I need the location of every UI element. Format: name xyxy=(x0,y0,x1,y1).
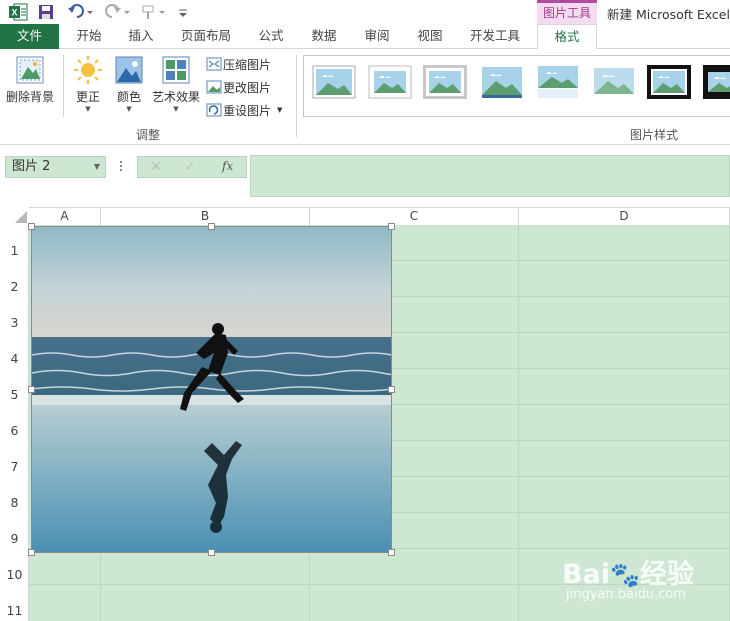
style-thumb-reflected[interactable] xyxy=(536,65,580,99)
tab-format[interactable]: 格式 xyxy=(537,24,597,50)
artistic-effects-label: 艺术效果 xyxy=(151,90,200,104)
row-header-lines xyxy=(28,225,29,621)
resize-handle-sw[interactable] xyxy=(28,549,35,556)
resize-handle-s[interactable] xyxy=(208,549,215,556)
change-picture-label: 更改图片 xyxy=(223,80,272,95)
picture-styles-gallery xyxy=(303,55,730,117)
formula-bar: 图片 2 ▼ ✕ ✓ fx xyxy=(0,145,730,207)
color-label: 颜色 xyxy=(116,90,141,104)
style-thumb-beveled[interactable] xyxy=(368,65,412,99)
formula-input[interactable] xyxy=(250,155,730,197)
picture-styles-group-label: 图片样式 xyxy=(630,128,679,142)
reset-picture-icon xyxy=(206,103,222,117)
resize-handle-nw[interactable] xyxy=(28,223,35,230)
window-title: 新建 Microsoft Excel ... xyxy=(607,7,730,22)
resize-handle-w[interactable] xyxy=(28,386,35,393)
name-box-value: 图片 2 xyxy=(12,159,51,174)
select-all-button[interactable] xyxy=(0,207,29,225)
resize-handle-n[interactable] xyxy=(208,223,215,230)
ribbon-format: 删除背景 更正 ▼ 颜色 ▼ 艺术效果 ▼ 压缩图片 更改图片 重设图片 ▼ 调… xyxy=(0,49,730,145)
redo-icon[interactable] xyxy=(104,3,132,21)
style-thumb-simple-frame[interactable] xyxy=(312,65,356,99)
compress-icon xyxy=(206,57,222,71)
baidu-watermark-text: Bai🐾经验 xyxy=(562,552,694,591)
column-header-b[interactable]: B xyxy=(101,208,310,225)
remove-background-label: 删除背景 xyxy=(5,90,54,104)
tab-file[interactable]: 文件 xyxy=(0,24,59,49)
artistic-effects-icon xyxy=(162,56,190,84)
paw-icon: 🐾 xyxy=(610,561,640,589)
tab-insert[interactable]: 插入 xyxy=(119,24,163,49)
chevron-down-icon: ▼ xyxy=(277,106,283,114)
tab-data[interactable]: 数据 xyxy=(302,24,346,49)
save-icon[interactable] xyxy=(38,3,54,21)
corrections-button[interactable]: 更正 ▼ xyxy=(70,55,106,113)
adjust-group-label: 调整 xyxy=(136,128,161,142)
insert-function-icon[interactable]: fx xyxy=(222,159,233,173)
cancel-icon[interactable]: ✕ xyxy=(150,159,162,175)
chevron-down-icon[interactable]: ▼ xyxy=(94,157,100,177)
enter-icon[interactable]: ✓ xyxy=(184,159,196,175)
undo-icon[interactable] xyxy=(67,3,95,21)
column-header-a[interactable]: A xyxy=(29,208,101,225)
compress-pictures-button[interactable]: 压缩图片 xyxy=(205,53,271,75)
tab-home[interactable]: 开始 xyxy=(67,24,111,49)
corrections-label: 更正 xyxy=(75,90,100,104)
tab-review[interactable]: 审阅 xyxy=(355,24,399,49)
tab-formulas[interactable]: 公式 xyxy=(249,24,293,49)
watermark-brand2: 经验 xyxy=(639,559,694,590)
chevron-down-icon: ▼ xyxy=(85,105,91,113)
style-thumb-black-frame[interactable] xyxy=(647,65,691,99)
style-thumb-thick-black[interactable] xyxy=(703,65,730,99)
resize-handle-ne[interactable] xyxy=(388,223,395,230)
tab-view[interactable]: 视图 xyxy=(408,24,452,49)
style-thumb-rounded[interactable] xyxy=(480,65,524,99)
style-thumb-soft-edge[interactable] xyxy=(592,65,636,99)
column-header-d[interactable]: D xyxy=(519,208,730,225)
change-picture-icon xyxy=(206,80,222,94)
remove-background-button[interactable]: 删除背景 xyxy=(2,55,58,105)
format-painter-icon[interactable] xyxy=(140,3,168,21)
name-box[interactable]: 图片 2 ▼ xyxy=(5,156,106,178)
watermark-url: jingyan.baidu.com xyxy=(566,587,686,602)
picture-selection-frame xyxy=(31,226,392,553)
formula-bar-grip[interactable] xyxy=(118,159,124,175)
watermark-brand: Bai xyxy=(562,559,611,590)
picture-tools-context-label: 图片工具 xyxy=(537,0,597,24)
picture-color-icon xyxy=(115,56,143,84)
divider xyxy=(63,55,64,117)
title-bar: X 图片工具 新建 Microsoft Excel ... xyxy=(0,0,730,24)
resize-handle-e[interactable] xyxy=(388,386,395,393)
reset-picture-button[interactable]: 重设图片 ▼ xyxy=(205,99,282,121)
remove-background-icon xyxy=(16,56,44,84)
change-picture-button[interactable]: 更改图片 xyxy=(205,76,271,98)
divider xyxy=(296,55,297,137)
customize-qat-icon[interactable] xyxy=(176,3,190,21)
tab-page-layout[interactable]: 页面布局 xyxy=(172,24,240,49)
column-header-c[interactable]: C xyxy=(310,208,519,225)
worksheet-grid: A B C D 1 2 3 4 5 6 7 8 9 10 11 Bai🐾经验 j… xyxy=(0,207,730,621)
style-thumb-shadow[interactable] xyxy=(423,65,467,99)
formula-buttons: ✕ ✓ fx xyxy=(137,156,247,178)
tab-developer[interactable]: 开发工具 xyxy=(460,24,530,49)
color-button[interactable]: 颜色 ▼ xyxy=(110,55,148,113)
svg-text:X: X xyxy=(11,8,17,18)
resize-handle-se[interactable] xyxy=(388,549,395,556)
artistic-effects-button[interactable]: 艺术效果 ▼ xyxy=(150,55,202,113)
chevron-down-icon: ▼ xyxy=(126,105,132,113)
reset-picture-label: 重设图片 xyxy=(223,103,272,118)
ribbon-tabs: 文件 开始 插入 页面布局 公式 数据 审阅 视图 开发工具 格式 xyxy=(0,24,730,50)
compress-label: 压缩图片 xyxy=(223,57,272,72)
sun-icon xyxy=(74,56,102,84)
chevron-down-icon: ▼ xyxy=(173,105,179,113)
excel-logo-icon: X xyxy=(9,3,28,21)
